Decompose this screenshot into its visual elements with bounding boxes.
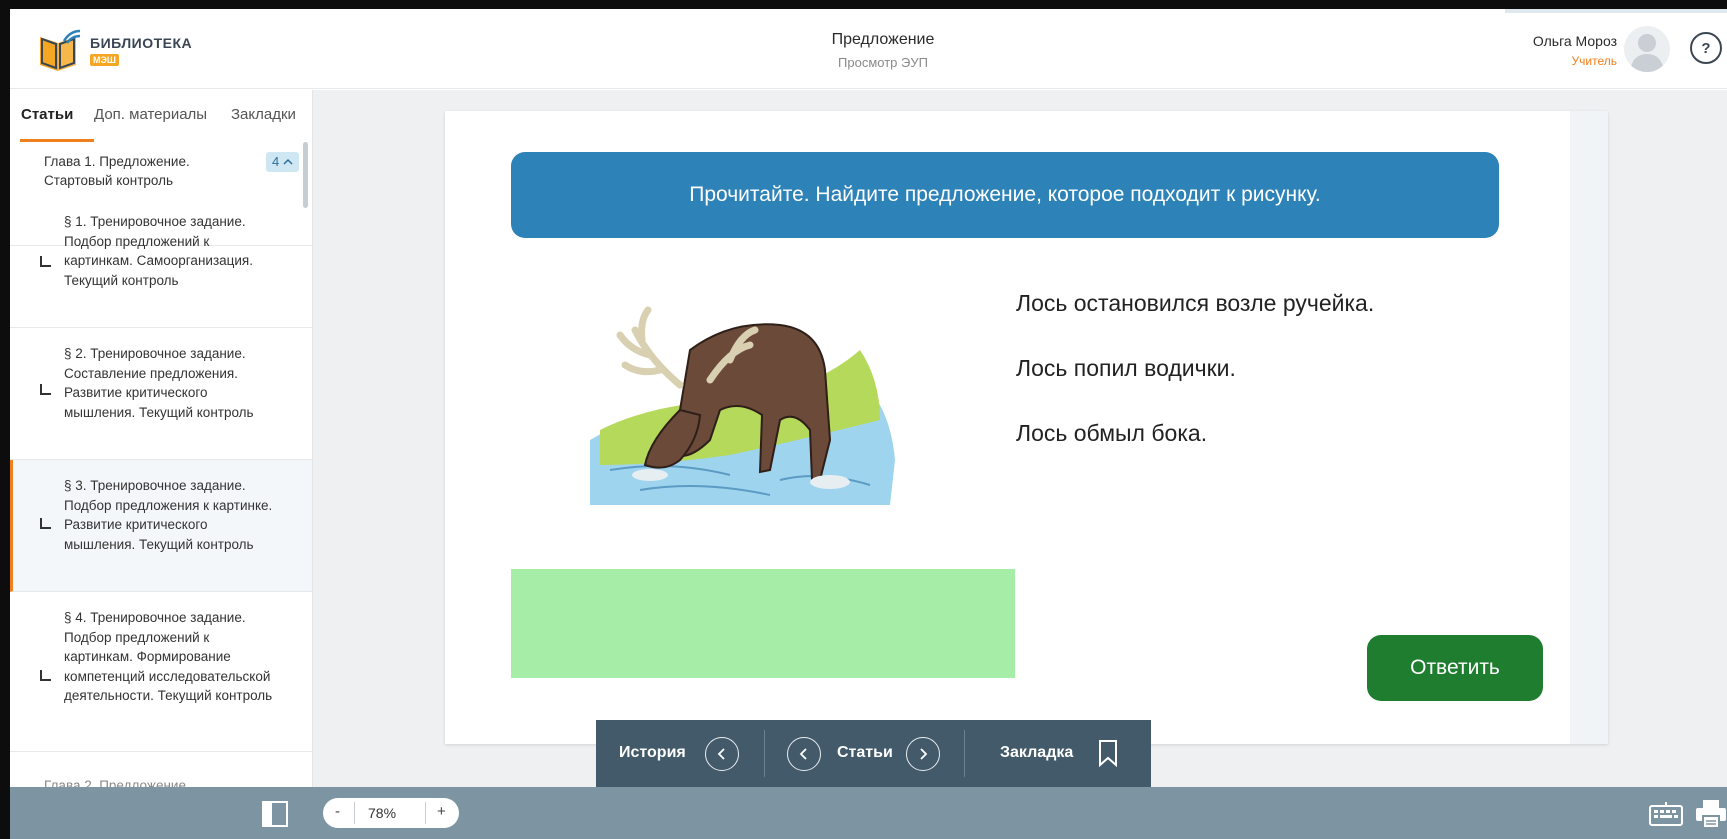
user-info[interactable]: Ольга Мороз Учитель — [1533, 33, 1617, 68]
zoom-control: - 78% + — [323, 798, 459, 828]
logo-badge: МЭШ — [90, 54, 119, 66]
sentence-option-1[interactable]: Лось остановился возле ручейка. — [1016, 290, 1374, 317]
card-scrollbar-track[interactable] — [1570, 111, 1608, 744]
zoom-separator — [425, 802, 426, 824]
moose-illustration — [590, 306, 895, 505]
page-subtitle: Просмотр ЭУП — [838, 55, 928, 70]
history-back-button[interactable] — [705, 737, 739, 771]
user-name: Ольга Мороз — [1532, 33, 1617, 49]
logo-text: БИБЛИОТЕКА — [90, 35, 193, 51]
library-logo-icon[interactable] — [36, 27, 84, 73]
instruction-text: Прочитайте. Найдите предложение, которое… — [689, 183, 1321, 206]
page-title: Предложение — [831, 31, 935, 48]
floating-navigation: История Статьи Закладка — [596, 720, 1151, 787]
tree-branch-icon — [40, 384, 51, 395]
zoom-in-button[interactable]: + — [437, 803, 446, 820]
tab-bookmarks[interactable]: Закладки — [231, 106, 296, 123]
sidebar-item-section-1[interactable]: § 1. Тренировочное задание. Подбор предл… — [10, 196, 312, 328]
sidebar: Статьи Доп. материалы Закладки Глава 1. … — [10, 90, 313, 787]
avatar[interactable] — [1624, 26, 1670, 72]
help-button[interactable]: ? — [1690, 32, 1722, 64]
tab-extra-materials[interactable]: Доп. материалы — [94, 106, 207, 123]
zoom-out-button[interactable]: - — [335, 803, 340, 820]
tree-branch-icon — [40, 256, 51, 267]
section-label: § 1. Тренировочное задание. Подбор предл… — [64, 214, 253, 288]
sidebar-toggle-icon[interactable] — [262, 801, 288, 827]
next-article-button[interactable] — [906, 737, 940, 771]
zoom-separator — [354, 802, 355, 824]
sidebar-tabs: Статьи Доп. материалы Закладки — [10, 90, 312, 142]
keyboard-icon[interactable] — [1649, 802, 1683, 826]
window-frame-left — [0, 0, 10, 839]
prev-article-button[interactable] — [787, 737, 821, 771]
tree-branch-icon — [40, 670, 51, 681]
tab-articles[interactable]: Статьи — [21, 106, 73, 123]
task-instruction: Прочитайте. Найдите предложение, которое… — [511, 152, 1499, 238]
chevron-left-icon — [799, 748, 807, 760]
user-role: Учитель — [1571, 54, 1617, 68]
chapter-title: Глава 1. Предложение. Стартовый контроль — [44, 154, 190, 188]
articles-label: Статьи — [837, 744, 893, 761]
history-label: История — [619, 744, 686, 761]
chapter-count: 4 — [272, 154, 280, 169]
bottom-toolbar: - 78% + — [10, 787, 1727, 839]
chevron-up-icon — [283, 158, 293, 165]
sidebar-item-section-3[interactable]: § 3. Тренировочное задание. Подбор предл… — [10, 460, 312, 592]
answer-button-label: Ответить — [1410, 656, 1500, 679]
sidebar-item-section-2[interactable]: § 2. Тренировочное задание. Составление … — [10, 328, 312, 460]
print-icon[interactable] — [1695, 799, 1727, 829]
bookmark-icon[interactable] — [1097, 739, 1119, 767]
nav-divider — [964, 730, 965, 777]
nav-divider — [764, 730, 765, 777]
sentence-option-3[interactable]: Лось обмыл бока. — [1016, 420, 1207, 447]
zoom-level: 78% — [368, 805, 397, 821]
section-label: § 3. Тренировочное задание. Подбор предл… — [64, 478, 273, 552]
window-frame-top — [0, 0, 1727, 9]
sidebar-item-section-4[interactable]: § 4. Тренировочное задание. Подбор предл… — [10, 592, 312, 752]
chevron-right-icon — [920, 748, 928, 760]
section-label: § 2. Тренировочное задание. Составление … — [64, 346, 254, 420]
chapter-count-badge[interactable]: 4 — [266, 152, 299, 172]
bookmark-label[interactable]: Закладка — [1000, 744, 1073, 762]
sidebar-chapter-2[interactable]: Глава 2. Предложение... — [44, 778, 197, 787]
user-avatar-icon — [1630, 34, 1664, 72]
answer-drop-zone[interactable] — [511, 569, 1015, 678]
tree-branch-icon — [40, 518, 51, 529]
window-frame-accent — [1505, 9, 1727, 13]
answer-button[interactable]: Ответить — [1367, 635, 1543, 701]
sentence-option-2[interactable]: Лось попил водички. — [1016, 355, 1236, 382]
app-header: БИБЛИОТЕКА МЭШ Предложение Просмотр ЭУП … — [10, 9, 1727, 89]
page-title-block: Предложение Просмотр ЭУП — [710, 31, 1056, 70]
chevron-left-icon — [717, 748, 725, 760]
section-label: § 4. Тренировочное задание. Подбор предл… — [64, 610, 273, 703]
